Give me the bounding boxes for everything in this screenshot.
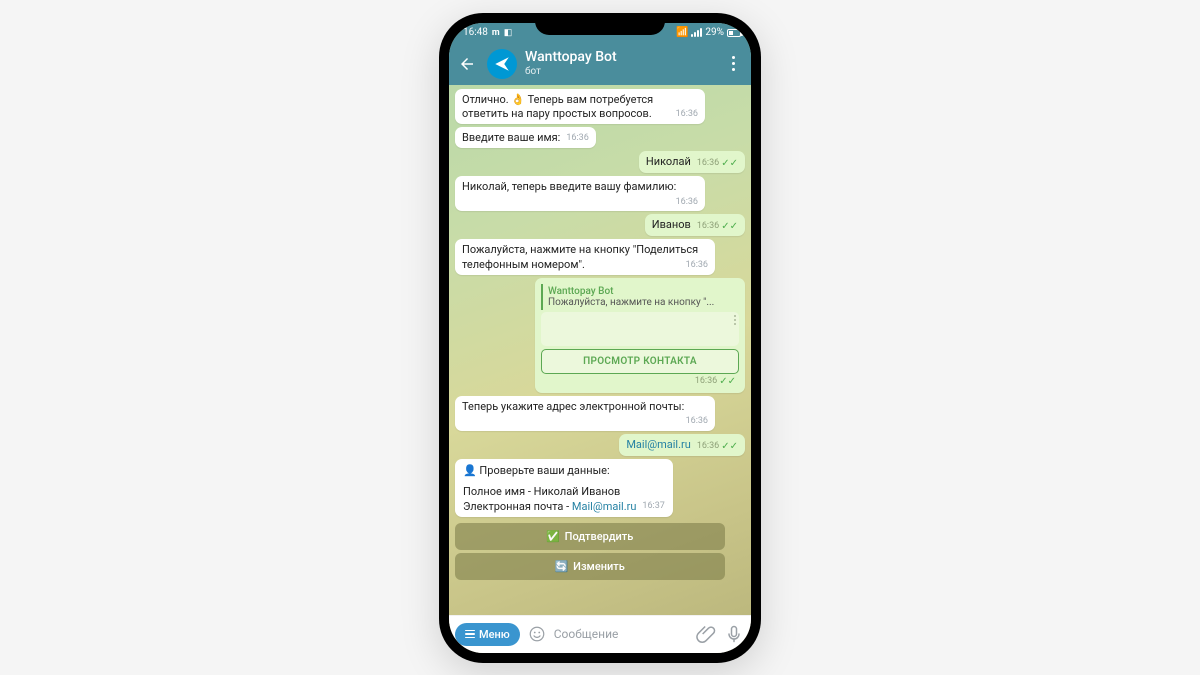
reply-author: Wanttopay Bot xyxy=(548,286,734,297)
verify-header: 👤 Проверьте ваши данные: xyxy=(463,464,665,479)
message-incoming[interactable]: Отлично. 👌 Теперь вам потребуется ответи… xyxy=(455,89,705,125)
emoji-button[interactable] xyxy=(526,623,548,645)
chat-area[interactable]: Отлично. 👌 Теперь вам потребуется ответи… xyxy=(449,85,751,615)
view-contact-button[interactable]: ПРОСМОТР КОНТАКТА xyxy=(541,349,739,374)
message-incoming[interactable]: Введите ваше имя: 16:36 xyxy=(455,127,596,148)
refresh-icon: 🔄 xyxy=(555,560,568,573)
paperclip-icon xyxy=(696,624,716,644)
back-button[interactable] xyxy=(455,52,479,76)
message-input[interactable]: Сообщение xyxy=(554,627,689,641)
message-time: 16:36✓✓ xyxy=(697,220,738,233)
header-title-area[interactable]: Wanttopay Bot бот xyxy=(525,50,713,76)
message-outgoing[interactable]: Иванов 16:36✓✓ xyxy=(645,214,745,236)
message-text: Николай xyxy=(646,155,691,168)
message-text: Mail@mail.ru xyxy=(626,438,691,451)
chat-header: Wanttopay Bot бот xyxy=(449,43,751,85)
message-incoming[interactable]: Теперь укажите адрес электронной почты: … xyxy=(455,396,715,431)
message-time: 16:36 xyxy=(676,109,698,121)
phone-notch xyxy=(535,13,665,35)
message-incoming[interactable]: Николай, теперь введите вашу фамилию: 16… xyxy=(455,176,705,211)
message-time: 16:37 xyxy=(642,500,664,512)
signal-icon xyxy=(691,28,702,37)
screen: 16:48 m ◧ 📶 29% Wanttopay Bot бот xyxy=(449,23,751,653)
message-text: Отлично. 👌 Теперь вам потребуется ответи… xyxy=(462,93,653,120)
attach-button[interactable] xyxy=(695,623,717,645)
chat-subtitle: бот xyxy=(525,66,713,77)
message-text: Иванов xyxy=(652,218,691,231)
menu-label: Меню xyxy=(479,628,510,641)
message-time: 16:36 xyxy=(566,133,588,145)
status-indicator-icon: ◧ xyxy=(504,28,513,38)
edit-button[interactable]: 🔄 Изменить xyxy=(455,553,725,580)
message-time: 16:36 xyxy=(676,197,698,209)
menu-button[interactable]: Меню xyxy=(455,623,520,646)
read-ticks-icon: ✓✓ xyxy=(721,440,738,453)
check-icon: ✅ xyxy=(547,530,560,543)
status-indicator-icon: m xyxy=(492,28,500,38)
smiley-icon xyxy=(528,625,546,643)
message-time: 16:36✓✓ xyxy=(539,376,741,389)
message-outgoing[interactable]: Николай 16:36✓✓ xyxy=(639,151,745,173)
message-time: 16:36 xyxy=(686,260,708,272)
battery-text: 29% xyxy=(705,27,724,38)
arrow-left-icon xyxy=(458,55,476,73)
phone-frame: 16:48 m ◧ 📶 29% Wanttopay Bot бот xyxy=(439,13,761,663)
message-input-bar: Меню Сообщение xyxy=(449,615,751,653)
verify-email-line: Электронная почта - Mail@mail.ru 16:37 xyxy=(463,500,665,515)
message-text: Николай, теперь введите вашу фамилию: xyxy=(462,180,676,193)
message-time: 16:36✓✓ xyxy=(697,440,738,453)
reply-text: Пожалуйста, нажмите на кнопку "... xyxy=(548,297,734,308)
message-outgoing[interactable]: Mail@mail.ru 16:36✓✓ xyxy=(619,434,745,456)
message-text: Введите ваше имя: xyxy=(462,131,560,144)
status-time: 16:48 xyxy=(463,27,488,38)
message-text: Теперь укажите адрес электронной почты: xyxy=(462,400,684,413)
confirm-label: Подтвердить xyxy=(565,530,634,543)
bot-avatar[interactable] xyxy=(487,49,517,79)
send-plane-icon xyxy=(493,55,511,73)
read-ticks-icon: ✓✓ xyxy=(719,376,736,387)
message-text: Пожалуйста, нажмите на кнопку "Поделитьс… xyxy=(462,243,698,270)
voice-button[interactable] xyxy=(723,623,745,645)
message-incoming-verify[interactable]: 👤 Проверьте ваши данные: Полное имя - Ни… xyxy=(455,459,673,518)
inline-keyboard: ✅ Подтвердить 🔄 Изменить xyxy=(455,523,725,580)
reply-quote: Wanttopay Bot Пожалуйста, нажмите на кно… xyxy=(541,284,739,310)
verify-fullname: Полное имя - Николай Иванов xyxy=(463,485,665,500)
menu-icon xyxy=(465,630,475,639)
confirm-button[interactable]: ✅ Подтвердить xyxy=(455,523,725,550)
contact-options-icon[interactable] xyxy=(734,315,736,325)
contact-preview xyxy=(541,312,739,346)
email-link[interactable]: Mail@mail.ru xyxy=(572,500,637,513)
chat-name: Wanttopay Bot xyxy=(525,50,713,65)
read-ticks-icon: ✓✓ xyxy=(721,157,738,170)
message-time: 16:36 xyxy=(686,416,708,428)
battery-icon xyxy=(727,29,741,37)
read-ticks-icon: ✓✓ xyxy=(721,220,738,233)
more-options-button[interactable] xyxy=(721,56,745,71)
wifi-icon: 📶 xyxy=(676,27,688,38)
contact-share-card[interactable]: Wanttopay Bot Пожалуйста, нажмите на кно… xyxy=(535,278,745,393)
edit-label: Изменить xyxy=(573,560,625,573)
message-time: 16:36✓✓ xyxy=(697,157,738,170)
message-incoming[interactable]: Пожалуйста, нажмите на кнопку "Поделитьс… xyxy=(455,239,715,275)
mic-icon xyxy=(724,624,744,644)
